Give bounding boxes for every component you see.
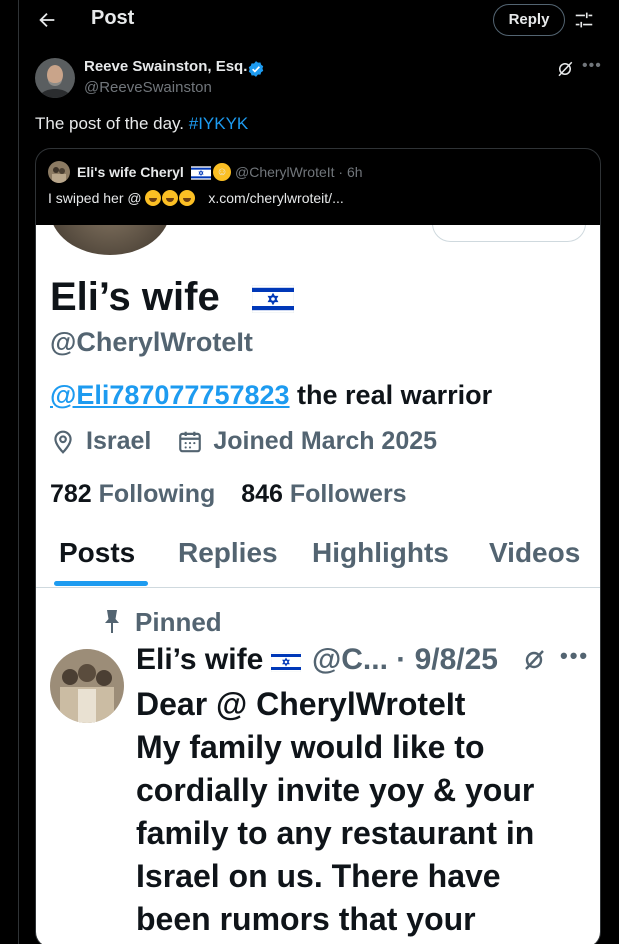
screenshot-follow-stats: 782 Following 846 Followers bbox=[50, 480, 407, 509]
post-page: Post Reply Reeve Swainston, Esq. @ReeveS… bbox=[0, 0, 619, 944]
grok-icon bbox=[525, 650, 544, 670]
pinned-post-line: been rumors that your bbox=[136, 901, 476, 937]
header: Post Reply bbox=[19, 0, 619, 40]
screenshot-profile-handle: @CherylWroteIt bbox=[50, 327, 253, 357]
smiling-emoji-icon: ☺ bbox=[213, 163, 231, 181]
page-title: Post bbox=[91, 7, 135, 29]
pinned-post-author-name: Eli’s wife bbox=[136, 643, 264, 676]
verified-badge-icon bbox=[248, 61, 264, 77]
settings-sliders-icon[interactable] bbox=[573, 9, 595, 31]
pinned-post-line: family to any restaurant in bbox=[136, 815, 535, 851]
grok-icon[interactable] bbox=[556, 60, 574, 78]
screenshot-tab-replies: Replies bbox=[178, 537, 278, 568]
followers-count: 846 bbox=[241, 480, 283, 508]
bio-mention: @Eli787077757823 bbox=[50, 380, 290, 410]
israel-flag-icon bbox=[252, 285, 294, 313]
pin-icon bbox=[105, 610, 119, 633]
pinned-post-line: cordially invite yoy & your bbox=[136, 772, 535, 808]
pinned-post-line: Dear @ CherylWroteIt bbox=[136, 686, 466, 722]
more-options-icon[interactable]: ••• bbox=[582, 57, 602, 75]
author-handle[interactable]: @ReeveSwainston bbox=[84, 79, 212, 96]
screenshot-profile-meta: Israel Joined March 2025 bbox=[50, 427, 437, 456]
back-arrow-icon[interactable] bbox=[36, 9, 58, 31]
laughing-emoji-icon bbox=[162, 190, 179, 206]
followers-label: Followers bbox=[282, 480, 407, 508]
calendar-icon bbox=[179, 431, 202, 452]
post-text-body: The post of the day. bbox=[35, 114, 189, 133]
screenshot-tab-posts: Posts bbox=[59, 537, 136, 568]
pinned-label: Pinned bbox=[135, 607, 222, 637]
screenshot-profile-name: Eli’s wife bbox=[50, 275, 220, 319]
screenshot-profile-tabs: Posts Replies Highlights Videos bbox=[36, 537, 600, 587]
following-label: Following bbox=[91, 480, 216, 508]
pinned-post-handle-date: @C... · 9/8/25 bbox=[312, 643, 498, 676]
pinned-post-line: Israel on us. There have bbox=[136, 858, 501, 894]
laughing-emoji-icon bbox=[179, 190, 196, 206]
quote-handle-time: @CherylWroteIt · 6h bbox=[235, 164, 363, 180]
column-border-left bbox=[18, 0, 19, 944]
post-text: The post of the day. #IYKYK bbox=[35, 114, 248, 134]
quote-text-body: I swiped her @ bbox=[48, 190, 142, 206]
location-text: Israel bbox=[86, 427, 152, 455]
quote-text: I swiped her @ x.com/cherylwroteit/... bbox=[48, 190, 344, 206]
israel-flag-icon bbox=[271, 652, 301, 672]
bio-text: the real warrior bbox=[289, 380, 493, 410]
location-pin-icon bbox=[54, 430, 72, 454]
quote-avatar bbox=[48, 161, 70, 183]
screenshot-profile-avatar bbox=[50, 225, 170, 255]
more-options-icon: ••• bbox=[560, 643, 590, 668]
pinned-post-avatar bbox=[50, 649, 124, 723]
screenshot-tab-highlights: Highlights bbox=[312, 537, 449, 568]
quote-author-name: Eli's wife Cheryl bbox=[77, 164, 184, 180]
author-name[interactable]: Reeve Swainston, Esq. bbox=[84, 58, 247, 75]
author-avatar[interactable] bbox=[35, 58, 75, 98]
screenshot-tab-videos: Videos bbox=[489, 537, 581, 568]
joined-text: Joined March 2025 bbox=[213, 427, 438, 455]
screenshot-button-outline bbox=[432, 225, 586, 242]
quoted-post[interactable]: Eli's wife Cheryl ☺ @CherylWroteIt · 6h … bbox=[35, 148, 601, 944]
screenshot-bio: @Eli787077757823 the real warrior bbox=[50, 380, 492, 411]
pinned-post-line: My family would like to bbox=[136, 729, 485, 765]
quote-link[interactable]: x.com/cherylwroteit/... bbox=[208, 190, 343, 206]
israel-flag-icon bbox=[191, 166, 211, 180]
reply-button[interactable]: Reply bbox=[493, 4, 565, 36]
laughing-emoji-icon bbox=[145, 190, 162, 206]
following-count: 782 bbox=[50, 480, 92, 508]
pinned-post-body: Dear @ CherylWroteIt My family would lik… bbox=[136, 683, 596, 941]
profile-screenshot-image: Eli’s wife @CherylWroteIt @Eli7870777578… bbox=[36, 225, 600, 944]
tabs-divider bbox=[36, 587, 600, 588]
hashtag-link[interactable]: #IYKYK bbox=[189, 114, 249, 133]
active-tab-indicator bbox=[54, 581, 148, 586]
